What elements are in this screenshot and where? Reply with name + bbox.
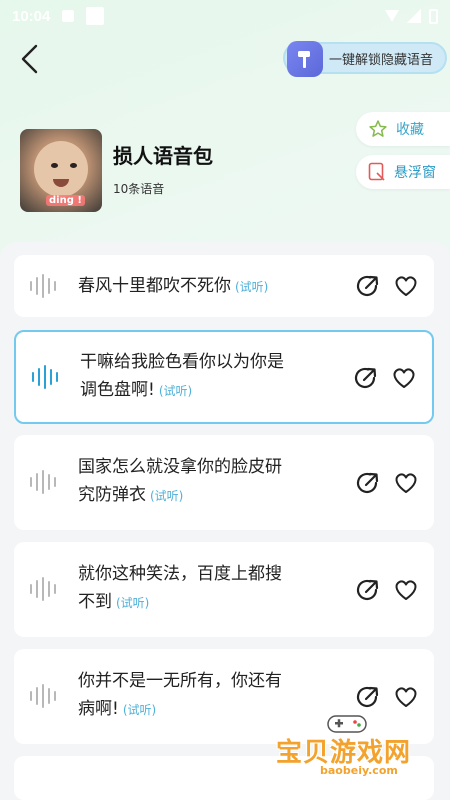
try-listen-link[interactable]: (试听) <box>235 280 268 294</box>
notification-icon <box>62 10 75 22</box>
voice-text: 春风十里都吹不死你 (试听) <box>78 276 269 296</box>
watermark-url: baobeiy.com <box>320 764 398 777</box>
voice-item[interactable]: 干嘛给我脸色看你以为你是 调色盘啊! (试听) <box>14 330 434 424</box>
app-notification-icon <box>86 7 105 25</box>
voice-text: 就你这种笑法，百度上都搜 不到 (试听) <box>78 564 282 612</box>
float-window-icon <box>368 162 385 181</box>
heart-icon[interactable] <box>392 576 420 604</box>
signal-icon <box>407 9 421 23</box>
battery-icon <box>429 8 438 24</box>
back-button[interactable] <box>14 42 44 76</box>
pack-avatar: ding ! <box>20 129 102 212</box>
sound-wave-icon <box>30 273 56 299</box>
star-icon <box>369 120 387 137</box>
voice-item[interactable]: 国家怎么就没拿你的脸皮研 究防弹衣 (试听) <box>14 435 434 530</box>
heart-icon[interactable] <box>392 272 420 300</box>
favorite-button[interactable]: 收藏 <box>356 112 450 146</box>
sound-wave-icon <box>32 364 58 390</box>
sound-wave-icon <box>30 576 56 602</box>
favorite-label: 收藏 <box>396 122 424 138</box>
heart-icon[interactable] <box>392 469 420 497</box>
try-listen-link[interactable]: (试听) <box>159 384 192 398</box>
heart-icon[interactable] <box>390 364 418 392</box>
status-bar: 10:04 <box>0 0 450 32</box>
heart-icon[interactable] <box>392 683 420 711</box>
share-icon[interactable] <box>354 272 382 300</box>
voice-text: 干嘛给我脸色看你以为你是 调色盘啊! (试听) <box>80 352 284 400</box>
status-time: 10:04 <box>12 7 51 25</box>
share-icon[interactable] <box>354 469 382 497</box>
chevron-left-icon <box>21 44 38 74</box>
voice-text: 国家怎么就没拿你的脸皮研 究防弹衣 (试听) <box>78 457 282 505</box>
hammer-icon <box>287 41 323 77</box>
site-watermark: 宝贝游戏网 baobeiy.com <box>272 712 422 782</box>
try-listen-link[interactable]: (试听) <box>150 489 183 503</box>
float-window-button[interactable]: 悬浮窗 <box>356 155 450 189</box>
wifi-icon <box>385 10 399 22</box>
float-window-label: 悬浮窗 <box>394 165 436 181</box>
share-icon[interactable] <box>354 576 382 604</box>
sound-wave-icon <box>30 469 56 495</box>
sound-wave-icon <box>30 683 56 709</box>
unlock-label: 一键解锁隐藏语音 <box>329 52 434 68</box>
share-icon[interactable] <box>352 364 380 392</box>
pack-title: 损人语音包 <box>113 144 213 168</box>
unlock-hidden-voices-button[interactable]: 一键解锁隐藏语音 <box>283 41 447 77</box>
avatar-caption: ding ! <box>46 195 85 206</box>
share-icon[interactable] <box>354 683 382 711</box>
voice-item[interactable]: 就你这种笑法，百度上都搜 不到 (试听) <box>14 542 434 637</box>
try-listen-link[interactable]: (试听) <box>116 596 149 610</box>
pack-voice-count: 10条语音 <box>113 182 165 196</box>
try-listen-link[interactable]: (试听) <box>123 703 156 717</box>
voice-item[interactable]: 春风十里都吹不死你 (试听) <box>14 255 434 317</box>
